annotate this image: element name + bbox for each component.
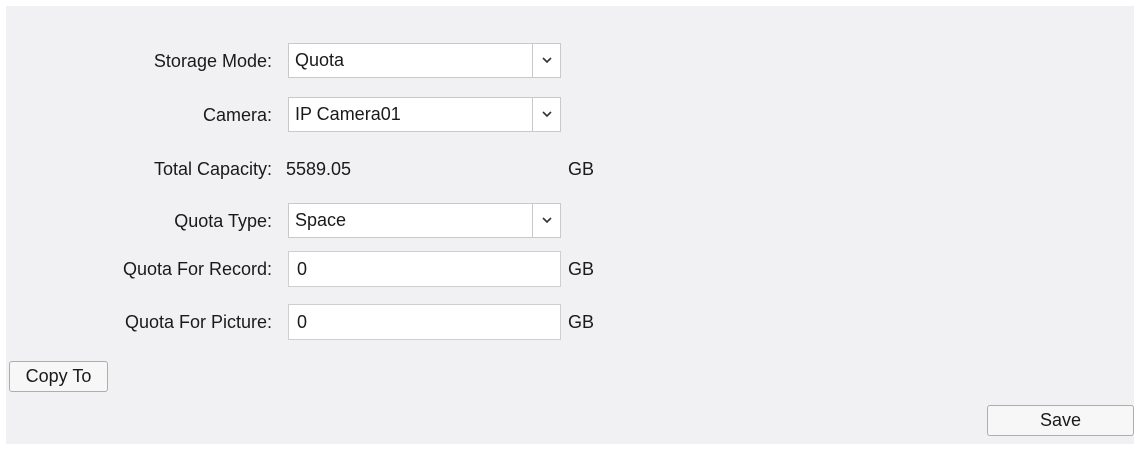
storage-mode-value: Quota: [295, 50, 345, 70]
total-capacity-value: 5589.05: [286, 158, 352, 179]
camera-label: Camera:: [202, 104, 272, 125]
storage-mode-select[interactable]: Quota: [288, 43, 561, 78]
copy-to-button[interactable]: Copy To: [9, 361, 108, 392]
total-capacity-label: Total Capacity:: [153, 158, 272, 179]
chevron-down-icon: [541, 217, 552, 224]
save-button[interactable]: Save: [987, 405, 1134, 436]
quota-record-input[interactable]: [288, 251, 561, 287]
chevron-down-icon: [541, 111, 552, 118]
quota-picture-unit: GB: [568, 311, 595, 332]
quota-type-select[interactable]: Space: [288, 203, 561, 238]
camera-select[interactable]: IP Camera01: [288, 97, 561, 132]
total-capacity-row: Total Capacity: 5589.05 GB: [6, 152, 1134, 186]
quota-picture-row: Quota For Picture: GB: [6, 304, 1134, 340]
quota-type-dropdown-button[interactable]: [532, 204, 560, 237]
quota-record-label: Quota For Record:: [122, 258, 272, 279]
camera-row: Camera: IP Camera01: [6, 97, 1134, 132]
quota-type-value: Space: [295, 210, 347, 230]
camera-dropdown-button[interactable]: [532, 98, 560, 131]
camera-value: IP Camera01: [295, 104, 401, 124]
quota-type-row: Quota Type: Space: [6, 203, 1134, 238]
quota-type-label: Quota Type:: [174, 210, 272, 231]
quota-picture-input[interactable]: [288, 304, 561, 340]
quota-record-row: Quota For Record: GB: [6, 251, 1134, 287]
quota-record-unit: GB: [568, 258, 595, 279]
total-capacity-unit: GB: [568, 158, 595, 179]
quota-picture-label: Quota For Picture:: [124, 311, 272, 332]
storage-mode-row: Storage Mode: Quota: [6, 43, 1134, 78]
storage-mode-dropdown-button[interactable]: [532, 44, 560, 77]
chevron-down-icon: [541, 57, 552, 64]
storage-settings-panel: Storage Mode: Quota Camera: IP Camera01 …: [6, 6, 1134, 444]
storage-mode-label: Storage Mode:: [153, 50, 272, 71]
